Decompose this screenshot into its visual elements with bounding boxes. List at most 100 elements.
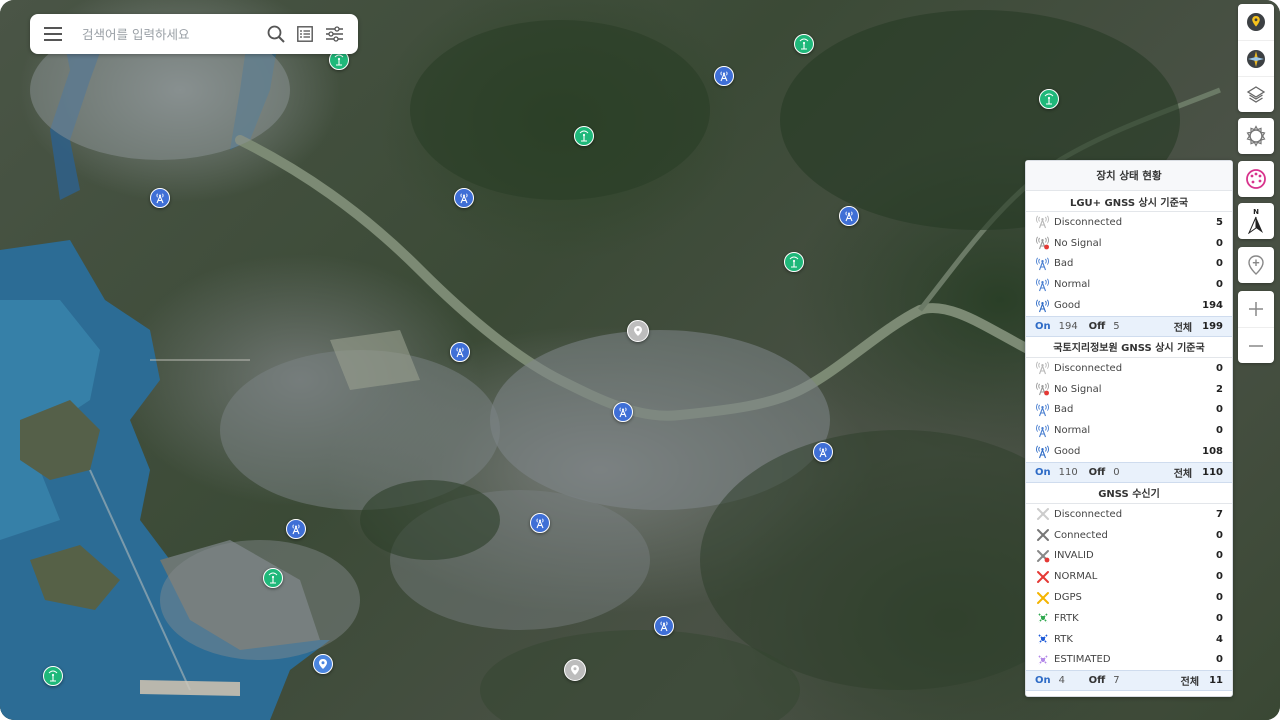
antenna-marker[interactable] — [794, 34, 814, 54]
zoom-out-button[interactable] — [1238, 327, 1274, 363]
station-marker[interactable] — [454, 188, 474, 208]
station-marker[interactable] — [286, 519, 306, 539]
status-label: RTK — [1054, 633, 1073, 645]
status-count: 0 — [1216, 237, 1223, 249]
status-section: LGU+ GNSS 상시 기준국 Disconnected 5 No Signal 0 B… — [1026, 191, 1232, 337]
filter-button[interactable] — [322, 22, 346, 46]
section-title: GNSS 수신기 — [1026, 482, 1232, 504]
station-marker[interactable] — [150, 188, 170, 208]
layers-button[interactable] — [1238, 76, 1274, 112]
status-label: Normal — [1054, 279, 1091, 291]
zoom-in-button[interactable] — [1238, 291, 1274, 327]
minus-icon — [1249, 344, 1263, 347]
palette-button[interactable] — [1238, 161, 1274, 197]
signal-tower-icon — [1036, 257, 1049, 271]
on-count: 194 — [1058, 320, 1078, 332]
status-row[interactable]: Disconnected 7 — [1026, 504, 1232, 525]
receiver-marker[interactable] — [313, 654, 333, 674]
north-arrow-icon — [1248, 216, 1263, 234]
status-row[interactable]: No Signal 2 — [1026, 379, 1232, 400]
status-label: Good — [1054, 300, 1081, 312]
status-row[interactable]: INVALID 0 — [1026, 546, 1232, 567]
status-label: Bad — [1054, 404, 1074, 416]
signal-tower-icon — [1036, 445, 1049, 458]
antenna-marker[interactable] — [1039, 89, 1059, 109]
status-row[interactable]: Disconnected 5 — [1026, 212, 1232, 233]
status-row[interactable]: Bad 0 — [1026, 400, 1232, 421]
broadcast-tower-icon — [456, 347, 464, 358]
search-icon — [267, 25, 285, 43]
station-marker[interactable] — [530, 513, 550, 533]
status-row[interactable]: RTK 4 — [1026, 629, 1232, 650]
status-row[interactable]: Good 194 — [1026, 295, 1232, 316]
antenna-marker[interactable] — [43, 666, 63, 686]
status-label: ESTIMATED — [1054, 654, 1111, 666]
palette-icon — [1246, 169, 1266, 189]
status-count: 0 — [1216, 571, 1223, 583]
station-marker[interactable] — [813, 442, 833, 462]
antenna-icon — [789, 256, 799, 268]
status-row[interactable]: No Signal 0 — [1026, 233, 1232, 254]
status-count: 2 — [1216, 383, 1223, 395]
station-marker[interactable] — [450, 342, 470, 362]
status-row[interactable]: Normal 0 — [1026, 420, 1232, 441]
location-button[interactable] — [1238, 4, 1274, 40]
broadcast-tower-icon — [845, 211, 853, 222]
status-count: 4 — [1216, 633, 1223, 645]
status-icon — [1034, 506, 1051, 522]
total-count: 11 — [1209, 675, 1223, 687]
status-row[interactable]: Good 108 — [1026, 441, 1232, 462]
status-icon — [1034, 381, 1051, 397]
status-count: 194 — [1202, 300, 1223, 312]
status-row[interactable]: DGPS 0 — [1026, 587, 1232, 608]
zoom-toolgroup — [1238, 291, 1274, 363]
station-marker[interactable] — [654, 616, 674, 636]
status-count: 5 — [1216, 216, 1223, 228]
add-marker-button[interactable] — [1238, 247, 1274, 283]
status-row[interactable]: Bad 0 — [1026, 254, 1232, 275]
search-input[interactable] — [82, 26, 259, 42]
status-label: Normal — [1054, 425, 1091, 437]
status-icon — [1034, 569, 1051, 585]
status-label: NORMAL — [1054, 571, 1098, 583]
antenna-icon — [799, 38, 809, 50]
status-row[interactable]: NORMAL 0 — [1026, 566, 1232, 587]
station-marker[interactable] — [613, 402, 633, 422]
list-view-button[interactable] — [293, 22, 317, 46]
status-row[interactable]: FRTK 0 — [1026, 608, 1232, 629]
status-row[interactable]: Normal 0 — [1026, 274, 1232, 295]
settings-button[interactable] — [1238, 118, 1274, 154]
broadcast-tower-icon — [156, 193, 164, 204]
status-count: 0 — [1216, 425, 1223, 437]
receiver-marker[interactable] — [564, 659, 586, 681]
satellite-icon — [1037, 655, 1048, 665]
off-label: Off — [1088, 675, 1106, 687]
total-label: 전체 — [1180, 677, 1200, 689]
status-icon — [1034, 214, 1051, 230]
status-row[interactable]: Disconnected 0 — [1026, 358, 1232, 379]
antenna-icon — [579, 130, 589, 142]
north-toolgroup: N — [1238, 203, 1274, 239]
receiver-marker[interactable] — [627, 320, 649, 342]
signal-tower-icon — [1036, 278, 1049, 291]
north-reset-button[interactable]: N — [1238, 203, 1274, 239]
layers-icon — [1246, 85, 1266, 103]
status-row[interactable]: ESTIMATED 0 — [1026, 650, 1232, 671]
map-type-button[interactable] — [1238, 40, 1274, 76]
status-row[interactable]: Connected 0 — [1026, 525, 1232, 546]
station-marker[interactable] — [714, 66, 734, 86]
on-count: 110 — [1058, 466, 1078, 478]
signal-tower-icon — [1036, 424, 1049, 437]
section-title: 국토지리정보원 GNSS 상시 기준국 — [1026, 336, 1232, 358]
antenna-marker[interactable] — [263, 568, 283, 588]
status-count: 7 — [1216, 508, 1223, 520]
menu-button[interactable] — [42, 23, 64, 45]
station-marker[interactable] — [839, 206, 859, 226]
broadcast-tower-icon — [819, 447, 827, 458]
search-button[interactable] — [264, 22, 288, 46]
status-count: 108 — [1202, 446, 1223, 458]
signal-tower-icon — [1036, 403, 1049, 417]
antenna-marker[interactable] — [574, 126, 594, 146]
antenna-marker[interactable] — [784, 252, 804, 272]
status-icon — [1034, 631, 1051, 647]
